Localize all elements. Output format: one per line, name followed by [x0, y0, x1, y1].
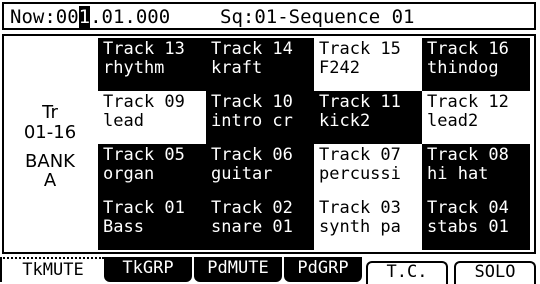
track-pad[interactable]: Track 03 synth pa [314, 197, 422, 250]
now-prefix: 00 [55, 6, 79, 28]
track-pad[interactable]: Track 06 guitar [206, 144, 314, 197]
bank-tr-label: Tr [42, 102, 58, 123]
now-suffix: .01.000 [90, 6, 171, 28]
track-pad[interactable]: Track 16 thindog [422, 38, 530, 91]
track-name: hi hat [427, 164, 489, 184]
track-name: kick2 [319, 111, 371, 131]
track-pad-grid: Track 13 rhythm Track 14 kraft Track 15 F24… [98, 38, 530, 250]
track-pad[interactable]: Track 11 kick2 [314, 91, 422, 144]
track-pad[interactable]: Track 13 rhythm [98, 38, 206, 91]
track-title: Track 13 [103, 39, 185, 59]
track-title: Track 09 [103, 92, 185, 112]
tab-pad-mute[interactable]: PdMUTE [194, 257, 282, 282]
track-pad[interactable]: Track 09 lead [98, 91, 206, 144]
track-title: Track 04 [427, 198, 509, 218]
track-pad[interactable]: Track 02 snare 01 [206, 197, 314, 250]
track-name: F242 [319, 58, 360, 78]
track-title: Track 15 [319, 39, 401, 59]
track-title: Track 07 [319, 145, 401, 165]
now-cursor-digit[interactable]: 1 [78, 6, 91, 28]
track-title: Track 08 [427, 145, 509, 165]
track-name: snare 01 [211, 217, 293, 237]
track-pad[interactable]: Track 05 organ [98, 144, 206, 197]
now-position[interactable]: Now:001.01.000 [10, 5, 170, 29]
track-name: lead2 [427, 111, 479, 131]
track-title: Track 12 [427, 92, 509, 112]
track-name: guitar [211, 164, 273, 184]
track-pad[interactable]: Track 08 hi hat [422, 144, 530, 197]
track-pad[interactable]: Track 07 percussi [314, 144, 422, 197]
track-pad[interactable]: Track 01 Bass [98, 197, 206, 250]
bank-label: BANK [25, 151, 75, 172]
tab-solo[interactable]: SOLO [454, 261, 536, 284]
track-title: Track 11 [319, 92, 401, 112]
track-title: Track 02 [211, 198, 293, 218]
tab-track-group[interactable]: TkGRP [104, 257, 192, 282]
track-mute-panel: Tr 01-16 BANK A Track 13 rhythm Track 14 k… [2, 34, 536, 254]
track-name: organ [103, 164, 155, 184]
track-name: rhythm [103, 58, 165, 78]
track-name: synth pa [319, 217, 401, 237]
status-bar: Now:001.01.000 Sq:01-Sequence 01 [2, 2, 536, 30]
sequencer-screen: Now:001.01.000 Sq:01-Sequence 01 Tr 01-1… [0, 0, 540, 284]
track-title: Track 14 [211, 39, 293, 59]
tab-pad-group[interactable]: PdGRP [284, 257, 362, 282]
bank-letter: A [43, 170, 57, 191]
track-title: Track 16 [427, 39, 509, 59]
track-name: thindog [427, 58, 499, 78]
track-name: lead [103, 111, 144, 131]
tab-track-mute[interactable]: TkMUTE [0, 257, 104, 282]
track-pad[interactable]: Track 12 lead2 [422, 91, 530, 144]
bank-info: Tr 01-16 BANK A [4, 36, 96, 252]
track-name: stabs 01 [427, 217, 509, 237]
track-title: Track 03 [319, 198, 401, 218]
track-name: kraft [211, 58, 263, 78]
track-pad[interactable]: Track 14 kraft [206, 38, 314, 91]
track-title: Track 06 [211, 145, 293, 165]
track-pad[interactable]: Track 04 stabs 01 [422, 197, 530, 250]
track-name: intro cr [211, 111, 293, 131]
track-name: percussi [319, 164, 401, 184]
track-pad[interactable]: Track 15 F242 [314, 38, 422, 91]
tab-time-correct[interactable]: T.C. [366, 261, 448, 284]
function-tabs: TkMUTE TkGRP PdMUTE PdGRP T.C. SOLO [0, 257, 540, 284]
bank-track-range: 01-16 [23, 122, 77, 143]
track-pad[interactable]: Track 10 intro cr [206, 91, 314, 144]
sequence-name[interactable]: Sq:01-Sequence 01 [220, 5, 414, 29]
track-title: Track 01 [103, 198, 185, 218]
track-title: Track 10 [211, 92, 293, 112]
track-title: Track 05 [103, 145, 185, 165]
now-label: Now: [10, 6, 56, 28]
track-name: Bass [103, 217, 144, 237]
